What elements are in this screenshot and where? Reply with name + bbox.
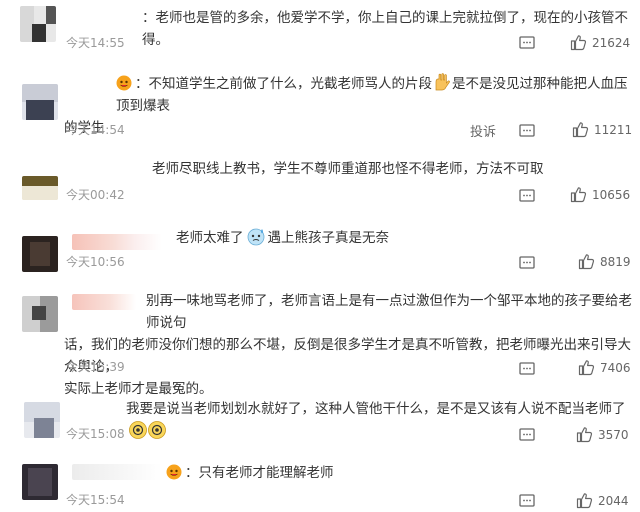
- like-button[interactable]: 8819: [578, 253, 631, 270]
- timestamp: 今天14:55: [66, 36, 125, 50]
- avatar[interactable]: [22, 236, 58, 272]
- comment-icon[interactable]: [519, 189, 535, 203]
- fan-badge-icon: [166, 464, 182, 480]
- comment-icon[interactable]: [519, 256, 535, 270]
- thumb-up-icon: [576, 493, 593, 509]
- comment-icon[interactable]: [519, 428, 535, 442]
- like-count: 21624: [592, 35, 631, 50]
- username-blurred[interactable]: [66, 76, 114, 92]
- thumb-up-icon: [576, 427, 593, 443]
- timestamp: 今天15:08: [66, 427, 125, 441]
- like-count: 7406: [600, 360, 631, 375]
- username-blurred[interactable]: [72, 10, 142, 26]
- comment-icon[interactable]: [519, 36, 535, 50]
- ok-hand-emoji: [432, 72, 452, 92]
- username-blurred[interactable]: [72, 234, 162, 250]
- avatar[interactable]: [20, 6, 56, 42]
- avatar[interactable]: [22, 176, 58, 200]
- comment-text: ：不知道学生之前做了什么，光截老师骂人的片段 是不是没见过那种能把人血压顶到爆表的…: [64, 72, 636, 139]
- thumb-up-icon: [570, 187, 587, 203]
- like-count: 2044: [598, 493, 629, 508]
- avatar[interactable]: [22, 296, 58, 332]
- thumb-up-icon: [572, 122, 589, 138]
- like-button[interactable]: 10656: [570, 186, 630, 203]
- avatar[interactable]: [22, 84, 58, 120]
- sweat-emoji: [246, 226, 266, 246]
- comment-item: ：老师也是管的多余，他爱学不学，你上自己的课上完就拉倒了，现在的小孩管不得。 今…: [0, 0, 640, 62]
- comment-item: ：只有老师才能理解老师 今天15:54 2044: [0, 456, 640, 512]
- avatar[interactable]: [24, 402, 60, 438]
- thumb-up-icon: [570, 35, 587, 51]
- comment-item: ：不知道学生之前做了什么，光截老师骂人的片段 是不是没见过那种能把人血压顶到爆表的…: [0, 62, 640, 142]
- username-blurred[interactable]: [72, 464, 162, 480]
- comment-item: 我要是说当老师划划水就好了，这种人管他干什么，是不是又该有人说不配当老师了 今天…: [0, 390, 640, 448]
- comment-item: 老师太难了 遇上熊孩子真是无奈 今天10:56 8819: [0, 218, 640, 282]
- like-count: 8819: [600, 254, 631, 269]
- avatar[interactable]: [22, 464, 58, 500]
- like-button[interactable]: 7406: [578, 359, 631, 376]
- comment-item: 别再一味地骂老师了，老师言语上是有一点过激但作为一个邹平本地的孩子要给老师说句 …: [0, 286, 640, 397]
- thumb-up-icon: [578, 254, 595, 270]
- comment-icon[interactable]: [519, 124, 535, 138]
- like-button[interactable]: 21624: [570, 34, 630, 51]
- like-button[interactable]: 2044: [576, 492, 629, 509]
- timestamp: 今天14:54: [66, 123, 125, 137]
- fan-badge-icon: [116, 75, 132, 91]
- like-button[interactable]: 3570: [576, 426, 629, 443]
- timestamp: 今天15:39: [66, 360, 125, 374]
- comment-text: ：只有老师才能理解老师: [166, 462, 334, 484]
- thumb-up-icon: [578, 360, 595, 376]
- like-count: 11211: [594, 122, 633, 137]
- like-count: 10656: [592, 187, 631, 202]
- comment-text: 老师太难了 遇上熊孩子真是无奈: [176, 226, 389, 249]
- timestamp: 今天00:42: [66, 188, 125, 202]
- timestamp: 今天10:56: [66, 255, 125, 269]
- comment-icon[interactable]: [519, 494, 535, 508]
- like-button[interactable]: 11211: [572, 121, 632, 138]
- comment-text: 我要是说当老师划划水就好了，这种人管他干什么，是不是又该有人说不配当老师了: [126, 398, 640, 443]
- comment-text: ：老师也是管的多余，他爱学不学，你上自己的课上完就拉倒了，现在的小孩管不得。: [142, 10, 628, 48]
- comment-text: 老师尽职线上教书，学生不尊师重道那也怪不得老师，方法不可取: [152, 161, 544, 177]
- comment-text: 别再一味地骂老师了，老师言语上是有一点过激但作为一个邹平本地的孩子要给老师说句 …: [64, 293, 632, 397]
- report-button[interactable]: 投诉: [470, 121, 496, 140]
- like-count: 3570: [598, 427, 629, 442]
- dizzy-eyes-emoji: [128, 420, 168, 440]
- timestamp: 今天15:54: [66, 493, 125, 507]
- comment-item: 老师尽职线上教书，学生不尊师重道那也怪不得老师，方法不可取 今天00:42 10…: [0, 146, 640, 210]
- comment-icon[interactable]: [519, 362, 535, 376]
